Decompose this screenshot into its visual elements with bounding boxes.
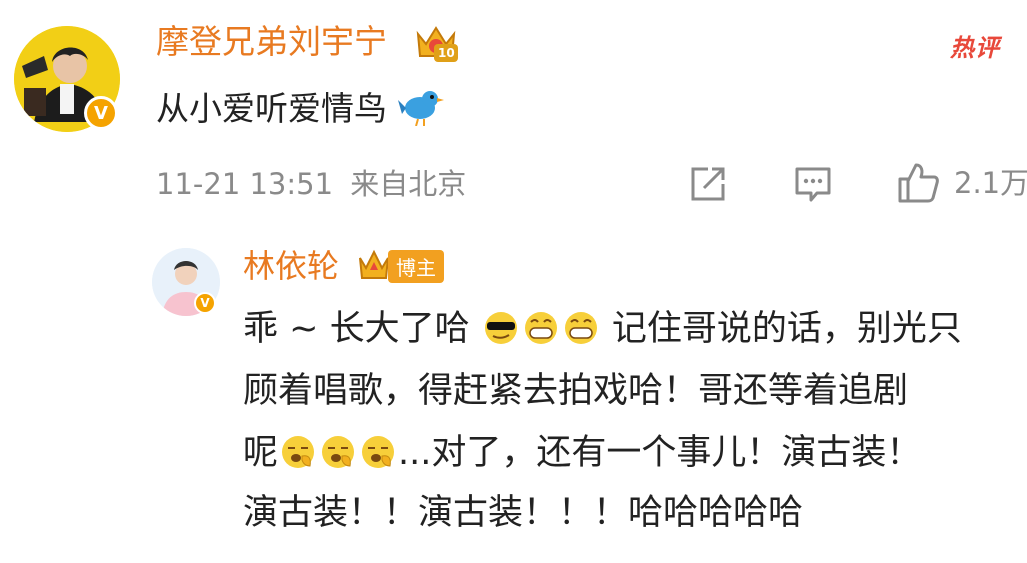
comment-text: 从小爱听爱情鸟 <box>156 86 444 137</box>
crown-icon <box>359 249 389 279</box>
verified-badge-icon: V <box>84 96 118 130</box>
yawn-emoji <box>278 434 318 483</box>
blogger-badge: 博主 <box>356 248 444 284</box>
like-count: 2.1万 <box>954 166 1027 200</box>
comment-button[interactable] <box>793 164 833 204</box>
comment-timestamp: 11-21 13:51 <box>156 167 334 201</box>
replier-username[interactable]: 林依轮 <box>243 246 339 286</box>
reply-line-4: 演古装！！演古装！！！哈哈哈哈哈 <box>243 493 804 533</box>
commenter-username[interactable]: 摩登兄弟刘宇宁 <box>156 22 387 62</box>
like-icon <box>898 163 939 203</box>
level-number: 10 <box>438 46 455 60</box>
share-icon <box>691 167 725 201</box>
grin-emoji <box>521 310 561 359</box>
like-button[interactable]: 2.1万 <box>896 160 1027 206</box>
comment-text-content: 从小爱听爱情鸟 <box>156 89 387 128</box>
comment-meta: 11-21 13:51 来自北京 <box>156 166 466 202</box>
reply-line-3-start: 呢 <box>243 433 279 473</box>
hot-comment-tag: 热评 <box>950 34 1000 62</box>
share-button[interactable] <box>688 164 728 204</box>
crown-level-icon: 10 <box>412 20 460 64</box>
reply-line-1: 乖 ~ 长大了哈 记住哥说的话，别光只 <box>243 305 962 359</box>
comment-source: 来自北京 <box>350 167 467 201</box>
comment-icon <box>795 167 831 202</box>
yawn-emoji <box>318 434 358 483</box>
reply-line-1-end: 记住哥说的话，别光只 <box>611 309 962 349</box>
replier-verified-icon: V <box>194 292 216 314</box>
reply-line-2: 顾着唱歌，得赶紧去拍戏哈！哥还等着追剧 <box>243 371 909 411</box>
reply-line-3-end: ...对了，还有一个事儿！演古装！ <box>398 433 922 473</box>
blogger-badge-label: 博主 <box>388 249 444 283</box>
yawn-emoji <box>358 434 398 483</box>
bird-emoji <box>397 86 444 137</box>
reply-line-1-start: 乖 ~ 长大了哈 <box>243 309 470 349</box>
grin-emoji <box>561 310 601 359</box>
cool-emoji <box>481 310 521 359</box>
reply-line-3: 呢 ...对了，还有一个事儿！演古装！ <box>243 429 921 483</box>
